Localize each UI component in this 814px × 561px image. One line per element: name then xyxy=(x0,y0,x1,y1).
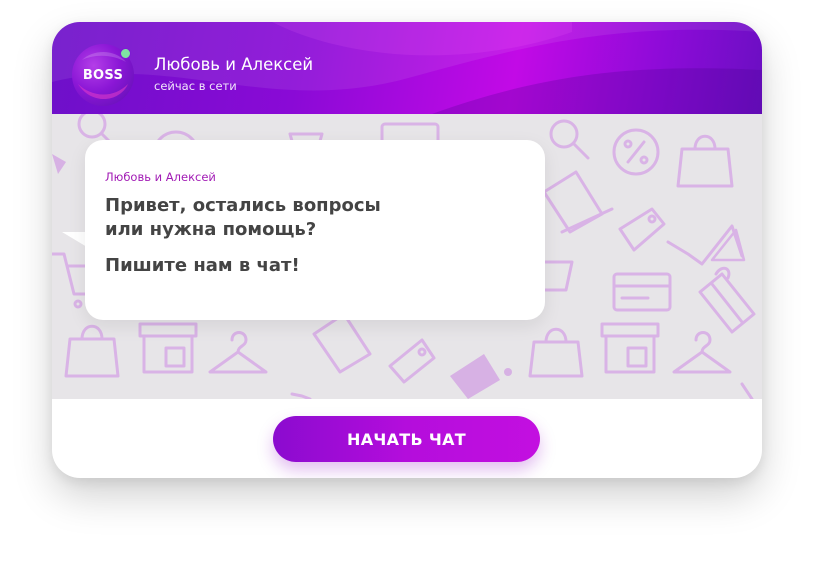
online-status-dot xyxy=(120,48,131,59)
gift-box-icon xyxy=(698,266,756,334)
message-call-to-action: Пишите нам в чат! xyxy=(105,255,300,276)
contact-status: сейчас в сети xyxy=(154,79,237,93)
chat-message-area: Любовь и Алексей Привет, остались вопрос… xyxy=(52,114,762,399)
message-text-line: или нужна помощь? xyxy=(105,219,317,240)
contact-name: Любовь и Алексей xyxy=(154,55,314,74)
pattern-dot xyxy=(504,368,512,376)
message-text-line: Привет, остались вопросы xyxy=(105,195,381,216)
chat-header: BOSS Любовь и Алексей сейчас в сети xyxy=(52,22,762,114)
pattern-accent-shape xyxy=(450,354,500,399)
avatar-logo-text: BOSS xyxy=(82,67,124,83)
pattern-accent-shape xyxy=(52,154,66,174)
message-sender: Любовь и Алексей xyxy=(105,170,216,184)
chat-widget: BOSS Любовь и Алексей сейчас в сети Любо… xyxy=(52,22,762,478)
start-chat-button[interactable]: НАЧАТЬ ЧАТ xyxy=(273,416,540,462)
message-bubble: Любовь и Алексей Привет, остались вопрос… xyxy=(85,140,545,320)
